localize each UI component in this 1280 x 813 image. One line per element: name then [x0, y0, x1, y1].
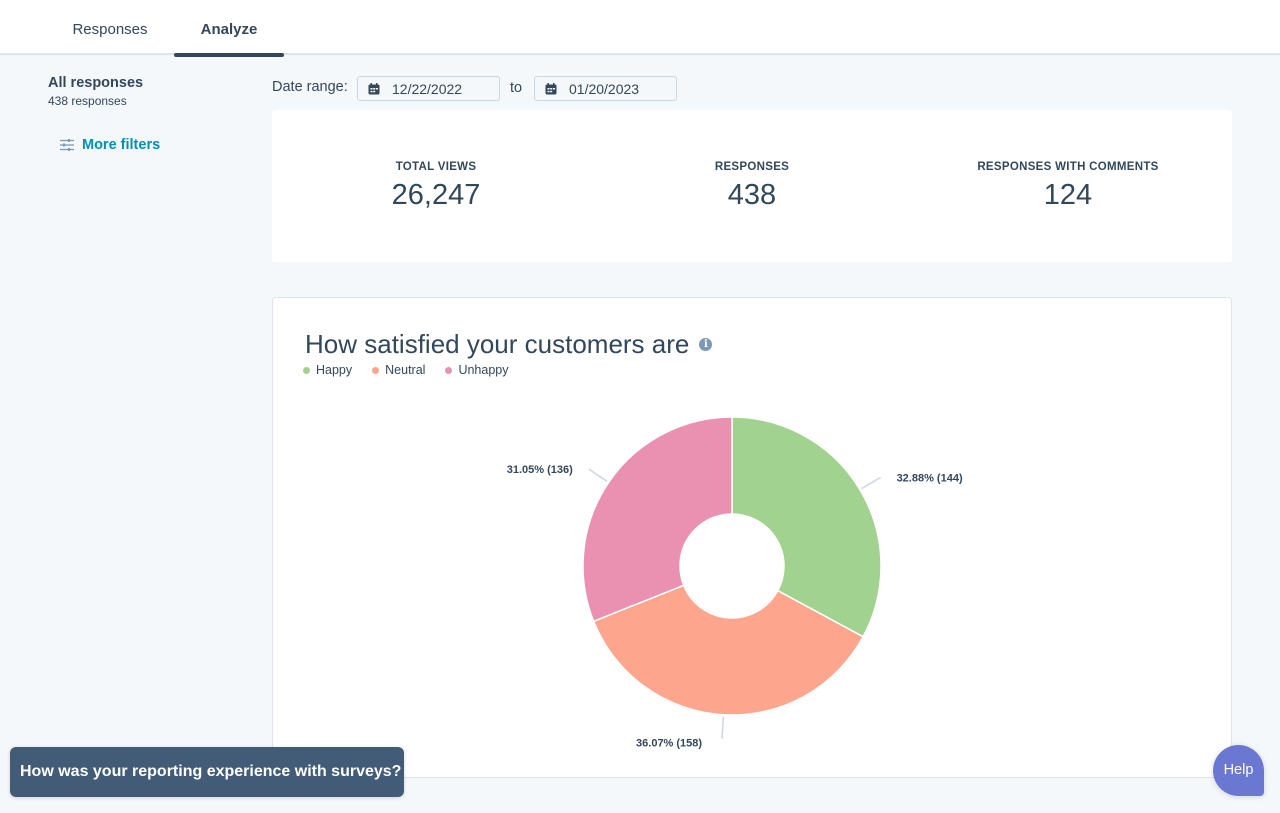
legend-item-happy[interactable]: Happy	[303, 363, 352, 377]
legend-label: Unhappy	[458, 363, 509, 377]
start-date-value: 12/22/2022	[392, 80, 463, 97]
end-date-input[interactable]: 01/20/2023	[534, 76, 677, 101]
slice-happy[interactable]	[731, 416, 882, 638]
stat-value: 124	[1043, 179, 1093, 211]
calendar-icon	[368, 82, 380, 94]
slice-data-label: 36.07% (158)	[636, 738, 702, 750]
date-range-separator: to	[510, 80, 523, 96]
info-icon[interactable]: i	[699, 338, 713, 351]
slice-leader-line	[588, 468, 608, 482]
stats-summary-panel: TOTAL VIEWS 26,247 RESPONSES 438 RESPONS…	[272, 110, 1232, 262]
stat-value: 438	[727, 179, 777, 211]
stat-value: 26,247	[391, 179, 481, 211]
more-filters-label: More filters	[82, 137, 161, 153]
tab-responses[interactable]: Responses	[60, 0, 160, 55]
slice-data-label: 32.88% (144)	[897, 472, 963, 484]
stat-label: RESPONSES WITH COMMENTS	[977, 161, 1159, 173]
stat-label: RESPONSES	[714, 161, 790, 173]
date-range-label: Date range:	[272, 79, 348, 95]
slice-data-label: 31.05% (136)	[507, 464, 573, 476]
chart-legend: Happy Neutral Unhappy	[303, 363, 508, 377]
more-filters-button[interactable]: More filters	[60, 137, 160, 153]
legend-label: Happy	[316, 363, 353, 377]
chart-title-text: How satisfied your customers are	[305, 329, 690, 359]
stat-label: TOTAL VIEWS	[395, 161, 477, 173]
sidebar-response-count: 438 responses	[48, 94, 127, 108]
start-date-input[interactable]: 12/22/2022	[357, 76, 500, 101]
satisfaction-chart-panel: 32.88% (144) 36.07% (158) 31.05% (136) How…	[272, 297, 1232, 778]
legend-swatch	[445, 366, 453, 374]
stat-responses: RESPONSES 438	[592, 110, 912, 212]
legend-label: Neutral	[385, 363, 426, 377]
legend-swatch	[303, 366, 310, 374]
top-tab-bar: Responses Analyze	[0, 0, 1280, 57]
stat-total-views: TOTAL VIEWS 26,247	[276, 110, 596, 212]
filter-sliders-icon	[60, 139, 74, 151]
feedback-prompt-button[interactable]: How was your reporting experience with s…	[10, 747, 404, 797]
legend-swatch	[372, 366, 380, 374]
help-button[interactable]: Help	[1213, 745, 1264, 796]
end-date-value: 01/20/2023	[569, 80, 640, 97]
tab-analyze[interactable]: Analyze	[174, 0, 284, 57]
legend-item-unhappy[interactable]: Unhappy	[445, 363, 508, 377]
slice-unhappy[interactable]	[582, 416, 733, 623]
stat-responses-with-comments: RESPONSES WITH COMMENTS 124	[908, 110, 1228, 212]
slice-leader-line	[861, 476, 881, 490]
sidebar-title: All responses	[48, 75, 144, 91]
chart-title: How satisfied your customers are i	[305, 329, 713, 360]
slice-leader-line	[721, 716, 725, 739]
legend-item-neutral[interactable]: Neutral	[372, 363, 425, 377]
calendar-icon	[545, 82, 557, 94]
